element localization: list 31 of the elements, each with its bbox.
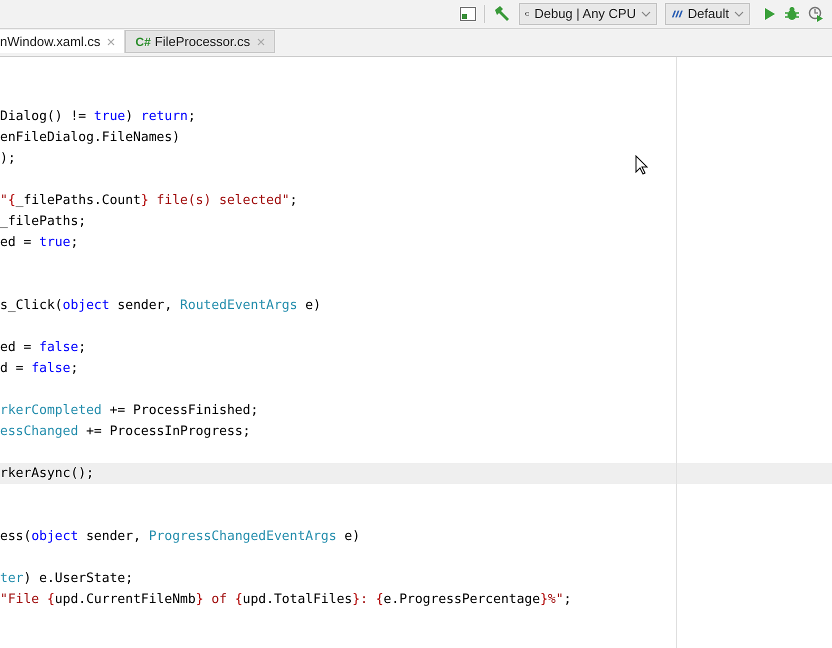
bug-icon[interactable] — [784, 6, 800, 22]
code-line: ed = false; — [0, 339, 86, 357]
chevron-icon — [734, 11, 744, 17]
code-line: essChanged += ProcessInProgress; — [0, 423, 250, 441]
csharp-icon: C# — [135, 32, 151, 50]
hammer-icon[interactable] — [493, 5, 511, 23]
layout-icon[interactable] — [460, 7, 476, 21]
code-line: s_Click(object sender, RoutedEventArgs e) — [0, 297, 321, 315]
code-line: Dialog() != true) return; — [0, 108, 196, 126]
chevron-icon — [641, 11, 651, 17]
code-line: rkerAsync(); — [0, 465, 94, 483]
code-line: _filePaths; — [0, 213, 86, 231]
close-icon[interactable] — [107, 38, 116, 46]
code-line: d = false; — [0, 360, 78, 378]
code-line: ed = true; — [0, 234, 78, 252]
mouse-cursor-icon — [635, 155, 648, 175]
editor-tab[interactable]: nWindow.xaml.cs — [0, 30, 126, 53]
code-line: ter) e.UserState; — [0, 570, 134, 588]
code-line: ess(object sender, ProgressChangedEventArgs e) — [0, 528, 360, 546]
run-icon[interactable] — [764, 7, 776, 21]
editor-tab[interactable]: C# FileProcessor.cs — [125, 30, 276, 53]
code-line: ); — [0, 150, 16, 168]
net-logo-icon — [671, 10, 683, 18]
target-dropdown[interactable]: Default — [665, 3, 750, 25]
code-line: "File {upd.CurrentFileNmb} of {upd.TotalFiles}: {e.ProgressPercentage}%"; — [0, 591, 572, 609]
close-icon[interactable] — [257, 38, 266, 46]
code-line: "{_filePaths.Count} file(s) selected"; — [0, 192, 298, 210]
configuration-dropdown[interactable]: Debug | Any CPU — [519, 3, 657, 25]
code-line: enFileDialog.FileNames) — [0, 129, 180, 147]
code-line: rkerCompleted += ProcessFinished; — [0, 402, 258, 420]
profiler-icon[interactable] — [808, 6, 824, 22]
